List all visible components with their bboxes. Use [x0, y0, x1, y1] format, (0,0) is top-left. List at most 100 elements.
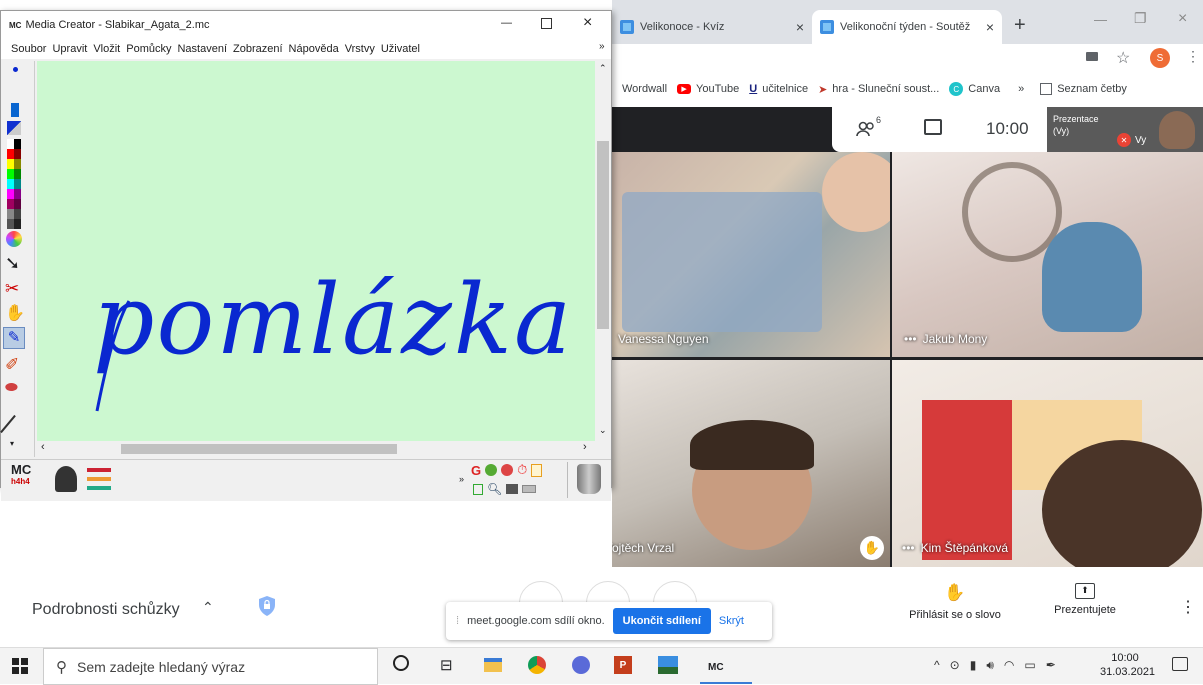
color-swatch[interactable] — [7, 209, 21, 219]
bookmark-canva[interactable]: C Canva — [949, 82, 1000, 96]
color-wheel-icon[interactable] — [501, 464, 514, 476]
taskbar-clock[interactable]: 10:00 31.03.2021 — [1100, 651, 1155, 679]
menu-upravit[interactable]: Upravit — [52, 43, 87, 55]
menu-overflow[interactable]: » — [599, 41, 605, 52]
color-palette-icon[interactable] — [6, 231, 22, 247]
pen-icon[interactable]: ✒︎ — [1046, 658, 1056, 673]
restore-icon[interactable]: ❐ — [1134, 10, 1147, 27]
toolbar-overflow[interactable]: » — [459, 474, 464, 484]
stop-sharing-button[interactable]: Ukončit sdílení — [612, 608, 711, 634]
battery-icon[interactable]: ▭ — [1024, 658, 1035, 673]
color-pair-swatch[interactable] — [7, 121, 21, 135]
mic-icon[interactable]: ▮ — [970, 658, 977, 673]
notes-icon[interactable] — [531, 463, 543, 477]
scroll-down-icon[interactable]: ⌄ — [599, 425, 607, 436]
eraser-tool-icon[interactable]: ⬬ — [5, 379, 18, 396]
user-avatar-icon[interactable] — [55, 466, 77, 492]
magnifier-icon[interactable]: 🔍︎ — [487, 482, 502, 496]
photos-icon[interactable] — [658, 656, 678, 674]
books-icon[interactable] — [87, 468, 111, 490]
color-grid[interactable] — [7, 139, 21, 229]
palette-tool-icon[interactable] — [485, 464, 498, 476]
palette-scroll-icon[interactable]: ▾ — [10, 439, 14, 448]
brush-size-dot[interactable] — [13, 67, 18, 72]
bookmark-youtube[interactable]: ▶ YouTube — [677, 83, 739, 95]
hide-button[interactable]: Skrýt — [719, 615, 744, 627]
notification-icon[interactable] — [1172, 657, 1188, 671]
meeting-details-button[interactable]: Podrobnosti schůzky — [32, 601, 180, 619]
vertical-scrollbar[interactable]: ⌃ ⌄ — [595, 61, 611, 441]
chrome-icon[interactable] — [528, 656, 546, 674]
current-color-swatch[interactable] — [11, 103, 19, 117]
chevron-up-icon[interactable]: ⌃ — [202, 599, 214, 616]
chat-icon[interactable] — [924, 119, 942, 135]
tray-app-icon[interactable]: ⊙ — [950, 658, 960, 673]
color-swatch[interactable] — [7, 179, 21, 189]
raise-hand-button[interactable]: ✋ Přihlásit se o slovo — [890, 583, 1020, 621]
chevron-up-icon[interactable]: ^ — [934, 658, 940, 673]
bookmark-ucitelnice[interactable]: U učitelnice — [749, 83, 808, 95]
color-swatch[interactable] — [7, 159, 21, 169]
menu-zobrazeni[interactable]: Zobrazení — [233, 43, 283, 55]
scroll-right-icon[interactable]: › — [583, 441, 587, 453]
cortana-icon[interactable] — [393, 655, 409, 671]
drag-handle-icon[interactable]: ⁞ — [456, 615, 459, 627]
color-swatch[interactable] — [7, 199, 21, 209]
participant-tile-vojtech[interactable]: •••Vojtěch Vrzal ✋ — [612, 360, 890, 567]
vertical-scroll-thumb[interactable] — [597, 141, 609, 329]
taskbar-mc-app[interactable]: MC — [700, 650, 752, 684]
scroll-up-icon[interactable]: ⌃ — [599, 63, 607, 74]
powerpoint-icon[interactable]: P — [614, 656, 632, 674]
profile-avatar[interactable]: S — [1150, 48, 1170, 68]
menu-vlozit[interactable]: Vložit — [93, 43, 120, 55]
new-tab-button[interactable]: + — [1014, 14, 1026, 37]
close-tab-icon[interactable]: × — [986, 19, 994, 35]
trash-icon[interactable] — [577, 464, 601, 494]
horizontal-scroll-thumb[interactable] — [121, 444, 397, 454]
more-options-icon[interactable]: ⋮ — [1180, 597, 1196, 617]
drawing-canvas[interactable]: pomlázka — [37, 61, 595, 441]
scroll-left-icon[interactable]: ‹ — [41, 441, 45, 453]
color-swatch[interactable] — [7, 169, 21, 179]
horizontal-scrollbar[interactable]: ‹ › — [37, 441, 595, 457]
timer-icon[interactable]: ⏱ — [517, 462, 527, 478]
g-tool-icon[interactable]: G — [471, 463, 481, 478]
line-tool-icon[interactable] — [0, 414, 16, 434]
file-explorer-icon[interactable] — [484, 658, 502, 672]
color-swatch[interactable] — [7, 139, 21, 149]
menu-pomucky[interactable]: Pomůcky — [126, 43, 171, 55]
network-icon[interactable]: ◠ — [1004, 658, 1014, 673]
bookmark-wordwall[interactable]: Wordwall — [622, 83, 667, 95]
bookmarks-overflow[interactable]: » — [1018, 83, 1024, 95]
scissors-icon[interactable]: ✂ — [5, 279, 19, 299]
minimize-icon[interactable]: — — [501, 17, 512, 29]
shield-lock-icon[interactable] — [257, 594, 277, 618]
menu-vrstvy[interactable]: Vrstvy — [345, 43, 375, 55]
close-tab-icon[interactable]: × — [796, 19, 804, 35]
participant-tile-vanessa[interactable]: Vanessa Nguyen — [612, 152, 890, 357]
bookmark-hra[interactable]: ➤ hra - Sluneční soust... — [818, 83, 939, 96]
tab-velikonoce-kviz[interactable]: Velikonoce - Kvíz × — [612, 10, 812, 44]
menu-soubor[interactable]: Soubor — [11, 43, 46, 55]
address-bar[interactable]: ☆ S ⋮ — [612, 44, 1203, 74]
menu-uzivatel[interactable]: Uživatel — [381, 43, 420, 55]
mc-logo[interactable]: MC h4h4 — [11, 463, 45, 494]
marker-tool-icon[interactable]: ✐ — [5, 355, 19, 375]
participant-tile-kim[interactable]: ••• Kim Štěpánková — [892, 360, 1203, 567]
image-icon[interactable] — [506, 484, 519, 494]
pointer-tool-icon[interactable]: ➘ — [5, 253, 20, 274]
frame-icon[interactable] — [473, 483, 483, 495]
menu-dots-icon[interactable]: ⋮ — [1186, 48, 1200, 65]
maximize-icon[interactable] — [541, 18, 552, 29]
camera-icon[interactable] — [1086, 52, 1098, 61]
minimize-icon[interactable]: — — [1094, 12, 1107, 27]
app-icon[interactable] — [572, 656, 590, 674]
color-swatch[interactable] — [7, 149, 21, 159]
tab-velikonocni-tyden[interactable]: Velikonoční týden - Soutěž × — [812, 10, 1002, 44]
windows-start-icon[interactable] — [12, 658, 28, 674]
color-swatch[interactable] — [7, 189, 21, 199]
close-icon[interactable]: × — [1178, 10, 1187, 28]
task-view-icon[interactable]: ⊟ — [440, 656, 453, 674]
volume-icon[interactable]: 🔊︎ — [986, 658, 994, 673]
menu-nastaveni[interactable]: Nastavení — [177, 43, 227, 55]
